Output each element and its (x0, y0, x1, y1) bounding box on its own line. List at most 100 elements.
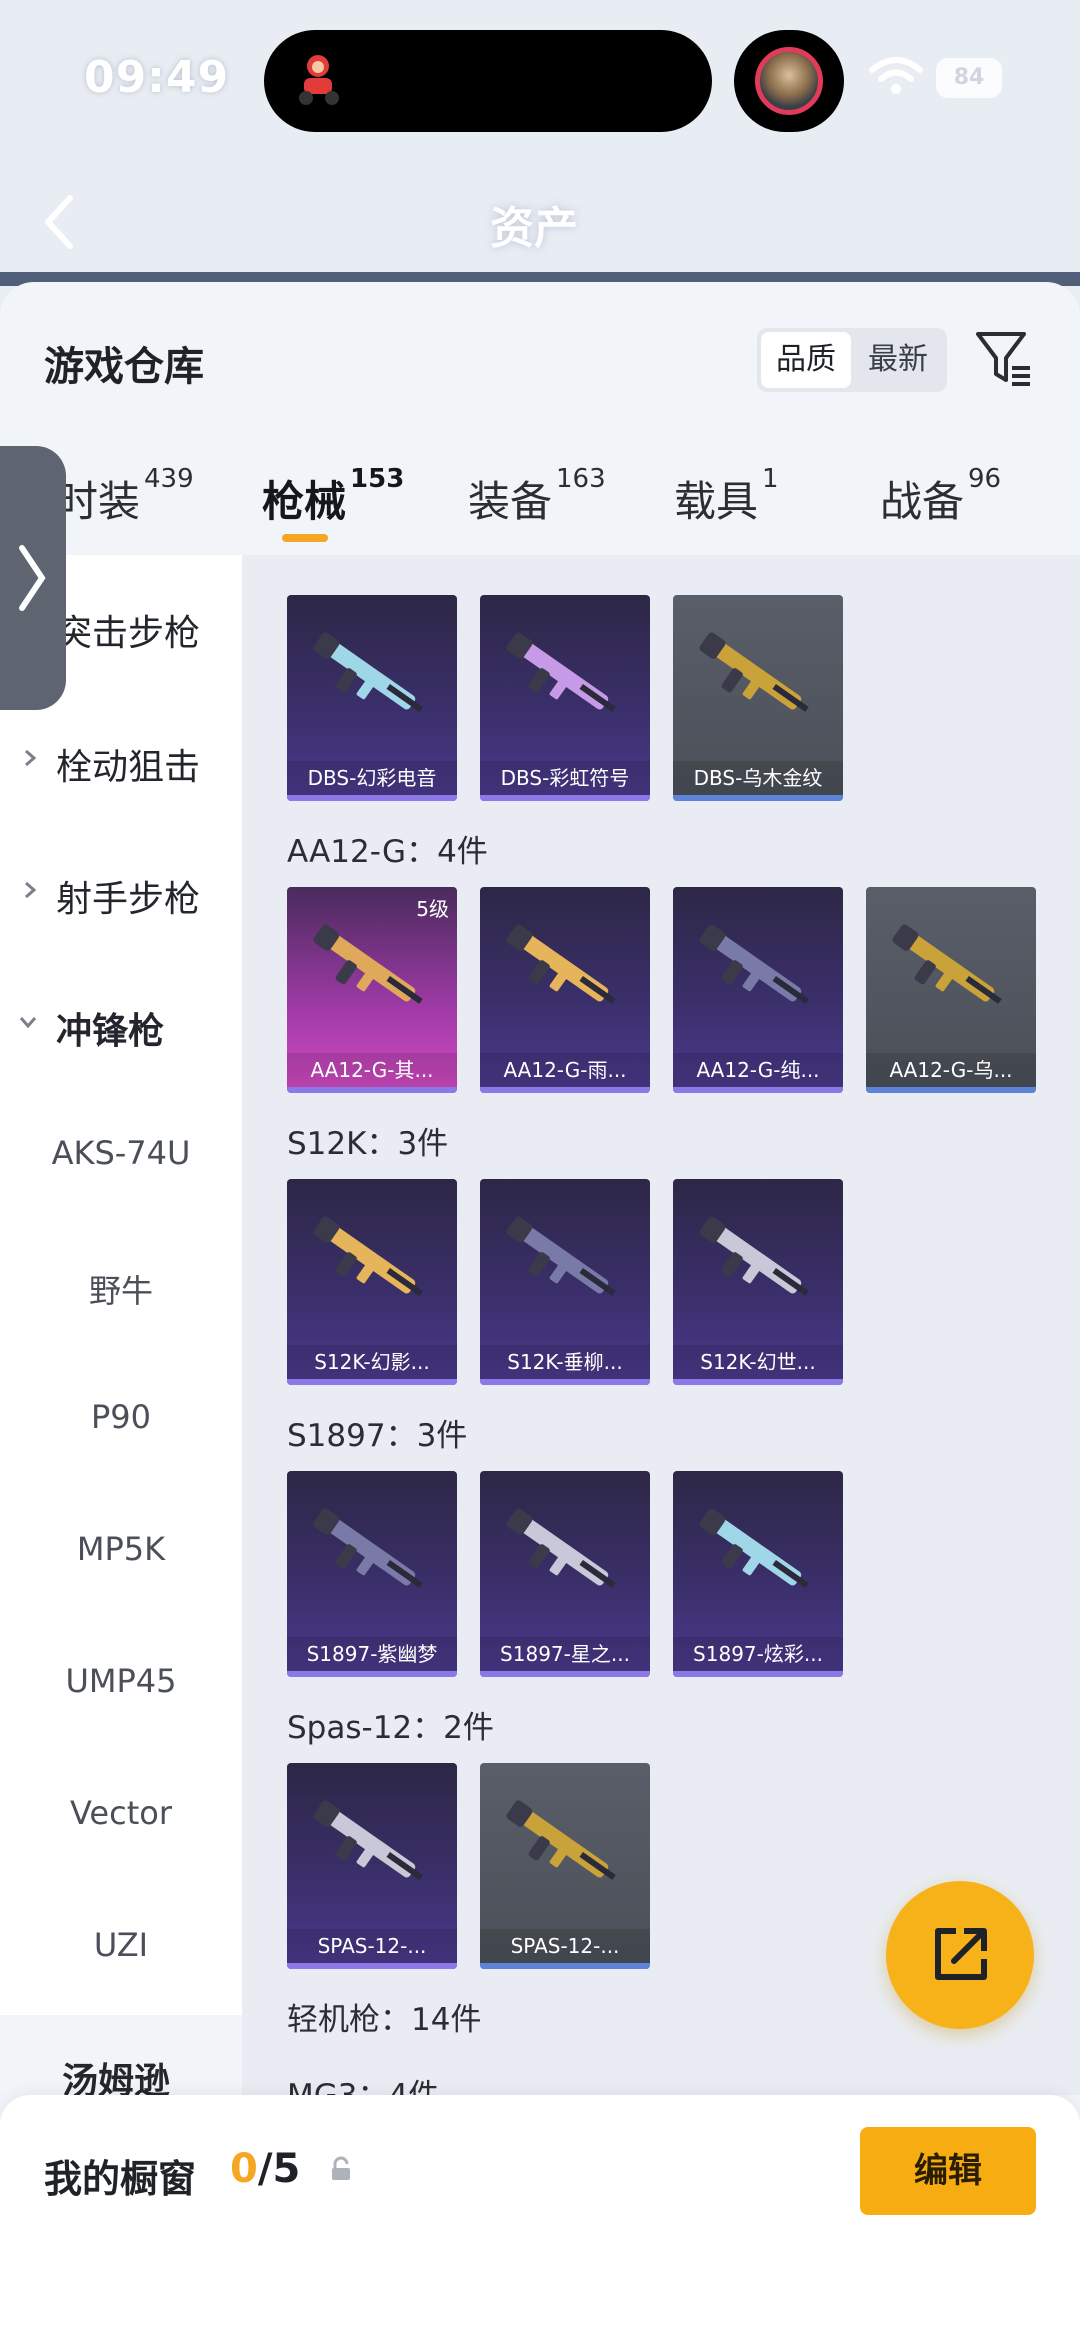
showcase-count: 0/5 (230, 2146, 301, 2192)
weapon-image-icon (699, 1216, 809, 1296)
weapon-name: AA12-G-雨... (480, 1053, 650, 1087)
page-title: 资产 (490, 203, 578, 254)
weapon-card[interactable]: S12K-幻影... (287, 1179, 457, 1385)
weapon-card[interactable]: AA12-G-雨... (480, 887, 650, 1093)
rarity-bar (673, 795, 843, 801)
sort-toggle: 品质 最新 (757, 328, 947, 392)
category-smg[interactable]: 冲锋枪 (56, 1002, 164, 1054)
tab-equipment[interactable]: 装备 163 (468, 464, 606, 529)
group-label-spas12: Spas-12：2件 (287, 1710, 494, 1746)
weapon-name: DBS-幻彩电音 (287, 761, 457, 795)
group-label-s12k: S12K：3件 (287, 1126, 449, 1162)
rarity-bar (480, 795, 650, 801)
weapon-name: AA12-G-乌... (866, 1053, 1036, 1087)
level-badge: 5级 (416, 897, 449, 921)
showcase-label: 我的橱窗 (44, 2157, 197, 2201)
subcategory-vector[interactable]: Vector (0, 1794, 242, 1832)
weapon-image-icon (699, 924, 809, 1004)
weapon-image-icon (699, 632, 809, 712)
weapon-card[interactable]: DBS-彩虹符号 (480, 595, 650, 801)
weapon-card[interactable]: DBS-幻彩电音 (287, 595, 457, 801)
weapon-image-icon (892, 924, 1002, 1004)
lock-icon (332, 2156, 350, 2180)
weapon-image-icon (313, 632, 423, 712)
weapon-image-icon (506, 1216, 616, 1296)
sidebar-toggle-handle[interactable] (0, 446, 66, 710)
wifi-icon (869, 57, 923, 94)
weapon-card[interactable]: SPAS-12-... (480, 1763, 650, 1969)
weapon-name: DBS-彩虹符号 (480, 761, 650, 795)
subcategory-mp5k[interactable]: MP5K (0, 1530, 242, 1568)
rarity-bar (480, 1671, 650, 1677)
sort-quality-button[interactable]: 品质 (761, 332, 851, 388)
avatar (755, 47, 823, 115)
battery-indicator: 84 (936, 58, 1002, 98)
weapon-name: S12K-垂柳... (480, 1345, 650, 1379)
weapon-card[interactable]: SPAS-12-... (287, 1763, 457, 1969)
weapon-name: DBS-乌木金纹 (673, 761, 843, 795)
tab-vehicles[interactable]: 载具 1 (674, 464, 779, 529)
weapon-card[interactable]: 5级 AA12-G-其... (287, 887, 457, 1093)
share-button[interactable] (886, 1881, 1034, 2029)
category-bolt-sniper[interactable]: 栓动狙击 (56, 738, 200, 790)
weapon-card[interactable]: AA12-G-纯... (673, 887, 843, 1093)
weapon-name: SPAS-12-... (287, 1929, 457, 1963)
weapon-image-icon (313, 1508, 423, 1588)
chevron-down-icon (19, 1017, 37, 1029)
rarity-bar (287, 1087, 457, 1093)
rarity-bar (866, 1087, 1036, 1093)
tab-supplies[interactable]: 战备 96 (880, 464, 1001, 529)
weapon-image-icon (313, 924, 423, 1004)
weapon-image-icon (506, 924, 616, 1004)
back-arrow-icon[interactable] (40, 192, 80, 252)
chevron-right-icon (25, 881, 37, 899)
group-label-lmg: 轻机枪：14件 (287, 2002, 482, 2038)
rarity-bar (480, 1963, 650, 1969)
group-label-s1897: S1897：3件 (287, 1418, 468, 1454)
sort-latest-button[interactable]: 最新 (853, 332, 943, 388)
rarity-bar (673, 1087, 843, 1093)
weapon-card[interactable]: S1897-炫彩... (673, 1471, 843, 1677)
weapon-name: S12K-幻影... (287, 1345, 457, 1379)
active-tab-indicator (282, 534, 328, 542)
delivery-scooter-icon (299, 55, 339, 105)
subcategory-uzi[interactable]: UZI (0, 1926, 242, 1964)
dynamic-island[interactable] (264, 30, 712, 132)
rarity-bar (673, 1671, 843, 1677)
weapon-name: AA12-G-纯... (673, 1053, 843, 1087)
weapon-card[interactable]: S12K-垂柳... (480, 1179, 650, 1385)
weapon-image-icon (506, 1508, 616, 1588)
weapon-image-icon (506, 632, 616, 712)
live-activity-avatar[interactable] (734, 30, 844, 132)
rarity-bar (287, 1671, 457, 1677)
weapon-card[interactable]: S1897-星之... (480, 1471, 650, 1677)
tab-firearms[interactable]: 枪械 153 (262, 464, 404, 529)
subcategory-ump45[interactable]: UMP45 (0, 1662, 242, 1700)
chevron-right-icon (25, 749, 37, 767)
weapon-name: S1897-炫彩... (673, 1637, 843, 1671)
category-assault-rifle[interactable]: 突击步枪 (56, 604, 200, 656)
weapon-card[interactable]: AA12-G-乌... (866, 887, 1036, 1093)
filter-icon[interactable] (974, 328, 1034, 390)
share-export-icon (935, 1928, 987, 1980)
subcategory-bizon[interactable]: 野牛 (0, 1266, 242, 1312)
weapon-card[interactable]: S12K-幻世... (673, 1179, 843, 1385)
tab-fashion[interactable]: 时装 439 (56, 464, 194, 529)
weapon-image-icon (313, 1216, 423, 1296)
rarity-bar (287, 1963, 457, 1969)
rarity-bar (287, 1379, 457, 1385)
chevron-right-icon (19, 545, 46, 611)
category-marksman-rifle[interactable]: 射手步枪 (56, 870, 200, 922)
subcategory-aks74u[interactable]: AKS-74U (0, 1134, 242, 1172)
subcategory-p90[interactable]: P90 (0, 1398, 242, 1436)
weapon-name: SPAS-12-... (480, 1929, 650, 1963)
edit-button[interactable]: 编辑 (860, 2127, 1036, 2215)
status-time: 09:49 (84, 52, 230, 103)
weapon-image-icon (506, 1800, 616, 1880)
weapon-card[interactable]: S1897-紫幽梦 (287, 1471, 457, 1677)
rarity-bar (287, 795, 457, 801)
rarity-bar (480, 1087, 650, 1093)
panel-title: 游戏仓库 (44, 344, 204, 390)
weapon-card[interactable]: DBS-乌木金纹 (673, 595, 843, 801)
rarity-bar (480, 1379, 650, 1385)
